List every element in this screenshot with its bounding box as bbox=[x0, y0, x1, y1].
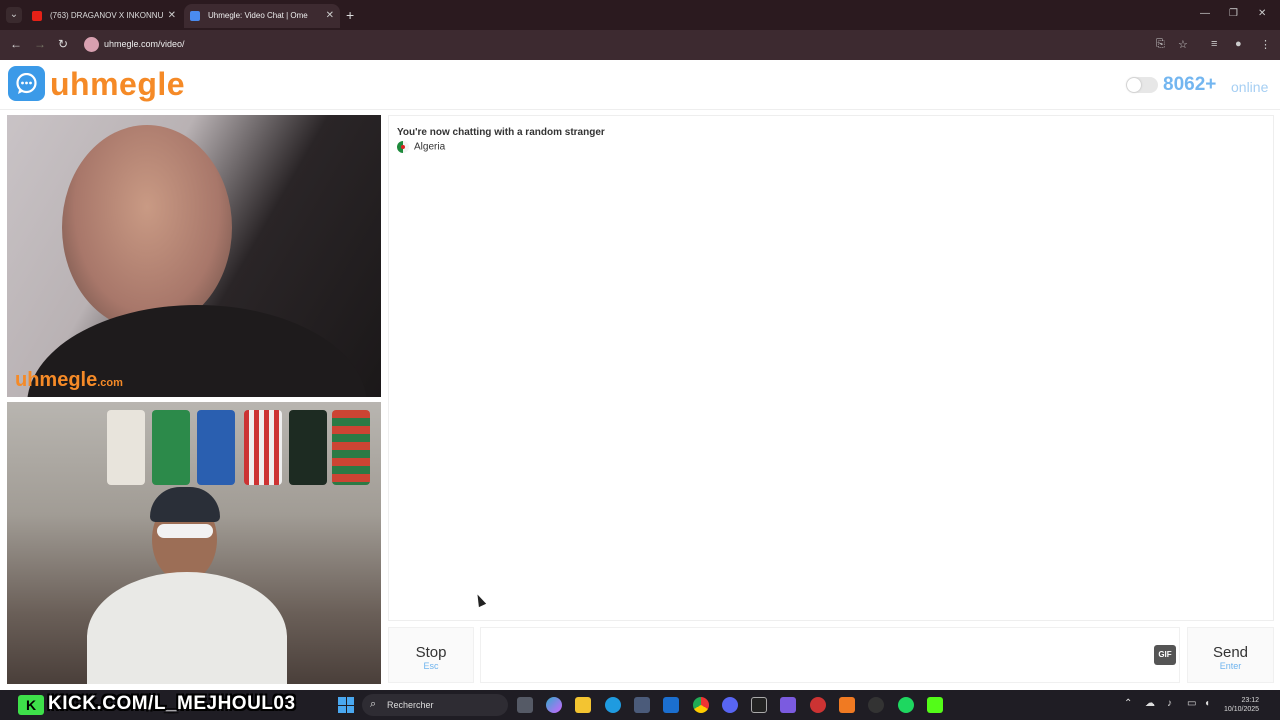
reload-icon[interactable]: ↻ bbox=[58, 37, 68, 51]
kick-icon[interactable] bbox=[927, 697, 943, 713]
algeria-flag-icon bbox=[397, 141, 409, 153]
stranger-country: Algeria bbox=[397, 141, 445, 153]
shirt bbox=[152, 410, 190, 485]
discord-icon[interactable] bbox=[722, 697, 738, 713]
tab-uhmegle[interactable]: Uhmegle: Video Chat | Ome ✕ bbox=[184, 4, 340, 28]
tray-chevron-icon[interactable]: ⌃ bbox=[1124, 698, 1132, 709]
self-cap bbox=[150, 487, 220, 522]
logo-chat-icon[interactable] bbox=[8, 66, 45, 101]
back-icon[interactable]: ← bbox=[10, 37, 22, 51]
onedrive-icon[interactable]: ☁ bbox=[1145, 698, 1155, 709]
chat-log: You're now chatting with a random strang… bbox=[388, 115, 1274, 621]
stop-button[interactable]: Stop Esc bbox=[388, 627, 474, 683]
chrome-icon[interactable] bbox=[693, 697, 709, 713]
profile-avatar-icon[interactable]: ● bbox=[1235, 38, 1242, 50]
store-icon[interactable] bbox=[634, 697, 650, 713]
browser-toolbar: ← → ↻ uhmegle.com/video/ ⎘ ☆ ≡ ● ⋮ bbox=[0, 30, 1280, 60]
kick-logo-icon: K bbox=[18, 695, 44, 715]
close-window-icon[interactable]: ✕ bbox=[1258, 8, 1266, 19]
gamepad-icon[interactable] bbox=[780, 697, 796, 713]
tab-list-icon[interactable]: ⌄ bbox=[6, 7, 22, 23]
video-watermark: uhmegle.com bbox=[15, 369, 123, 391]
file-explorer-icon[interactable] bbox=[575, 697, 591, 713]
self-video bbox=[7, 402, 381, 684]
youtube-icon bbox=[32, 11, 42, 21]
shirt bbox=[289, 410, 327, 485]
tab-title: (763) DRAGANOV X INKONNU bbox=[50, 11, 164, 20]
outlook-icon[interactable] bbox=[663, 697, 679, 713]
clock-date: 10/10/2025 bbox=[1224, 706, 1260, 713]
url-text: uhmegle.com/video/ bbox=[104, 39, 185, 49]
minimize-icon[interactable]: — bbox=[1200, 8, 1210, 19]
send-shortcut: Enter bbox=[1219, 661, 1242, 671]
shirt bbox=[197, 410, 235, 485]
capcut-icon[interactable] bbox=[751, 697, 767, 713]
spotify-icon[interactable] bbox=[898, 697, 914, 713]
close-tab-icon[interactable]: ✕ bbox=[326, 4, 334, 28]
edge-icon[interactable] bbox=[605, 697, 621, 713]
stop-shortcut: Esc bbox=[423, 661, 439, 671]
country-name: Algeria bbox=[414, 141, 446, 153]
app-icon[interactable] bbox=[839, 697, 855, 713]
stranger-face bbox=[62, 125, 232, 330]
network-icon[interactable]: ▭ bbox=[1187, 698, 1196, 709]
message-input[interactable] bbox=[480, 627, 1180, 683]
search-icon: ⌕ bbox=[370, 698, 377, 710]
maximize-icon[interactable]: ❐ bbox=[1229, 8, 1238, 19]
gif-button[interactable]: GIF bbox=[1154, 645, 1176, 665]
site-info-icon[interactable] bbox=[84, 37, 99, 52]
chat-controls: Stop Esc GIF Send Enter bbox=[388, 627, 1274, 683]
translate-icon[interactable]: ⎘ bbox=[1156, 38, 1165, 51]
windows-start-icon[interactable] bbox=[338, 697, 354, 713]
forward-icon[interactable]: → bbox=[34, 37, 46, 51]
send-button[interactable]: Send Enter bbox=[1187, 627, 1274, 683]
stop-label: Stop bbox=[415, 644, 447, 661]
browser-menu-icon[interactable]: ⋮ bbox=[1260, 38, 1271, 51]
browser-tab-bar: ⌄ (763) DRAGANOV X INKONNU ✕ Uhmegle: Vi… bbox=[0, 0, 1280, 30]
microphone-icon[interactable]: ♪ bbox=[1167, 698, 1172, 709]
chat-status-message: You're now chatting with a random strang… bbox=[397, 127, 605, 138]
media-controls-icon[interactable]: ≡ bbox=[1211, 38, 1217, 50]
online-count: 8062+ bbox=[1163, 74, 1217, 95]
task-view-icon[interactable] bbox=[517, 697, 533, 713]
site-logo-text[interactable]: uhmegle bbox=[50, 66, 185, 103]
toggle-knob bbox=[1127, 78, 1141, 92]
shirt bbox=[332, 410, 370, 485]
copilot-icon[interactable] bbox=[546, 697, 562, 713]
self-body bbox=[87, 572, 287, 684]
tab-youtube[interactable]: (763) DRAGANOV X INKONNU ✕ bbox=[26, 4, 182, 28]
address-bar[interactable]: uhmegle.com/video/ bbox=[80, 34, 1200, 56]
theme-toggle[interactable] bbox=[1126, 77, 1158, 93]
kick-channel-text: KICK.COM/L_MEJHOUL03 bbox=[48, 693, 296, 714]
clock-time: 23:12 bbox=[1241, 697, 1260, 704]
volume-icon[interactable]: ◖ bbox=[1204, 698, 1210, 709]
tab-title: Uhmegle: Video Chat | Ome bbox=[208, 11, 308, 20]
taskbar-clock[interactable]: 23:12 10/10/2025 bbox=[1224, 696, 1259, 714]
self-sunglasses bbox=[157, 524, 213, 538]
shirt bbox=[244, 410, 282, 485]
send-label: Send bbox=[1212, 644, 1249, 661]
site-header: uhmegle 8062+ online bbox=[0, 60, 1280, 110]
taskbar-search[interactable]: ⌕ Rechercher bbox=[362, 694, 508, 716]
online-label: online bbox=[1231, 79, 1269, 95]
shirt bbox=[107, 410, 145, 485]
search-placeholder: Rechercher bbox=[387, 700, 434, 710]
stranger-video: uhmegle.com bbox=[7, 115, 381, 397]
close-tab-icon[interactable]: ✕ bbox=[168, 4, 176, 28]
settings-icon[interactable] bbox=[810, 697, 826, 713]
app-icon[interactable] bbox=[868, 697, 884, 713]
bookmark-star-icon[interactable]: ☆ bbox=[1178, 38, 1188, 51]
new-tab-icon[interactable]: + bbox=[346, 6, 354, 24]
uhmegle-favicon-icon bbox=[190, 11, 200, 21]
